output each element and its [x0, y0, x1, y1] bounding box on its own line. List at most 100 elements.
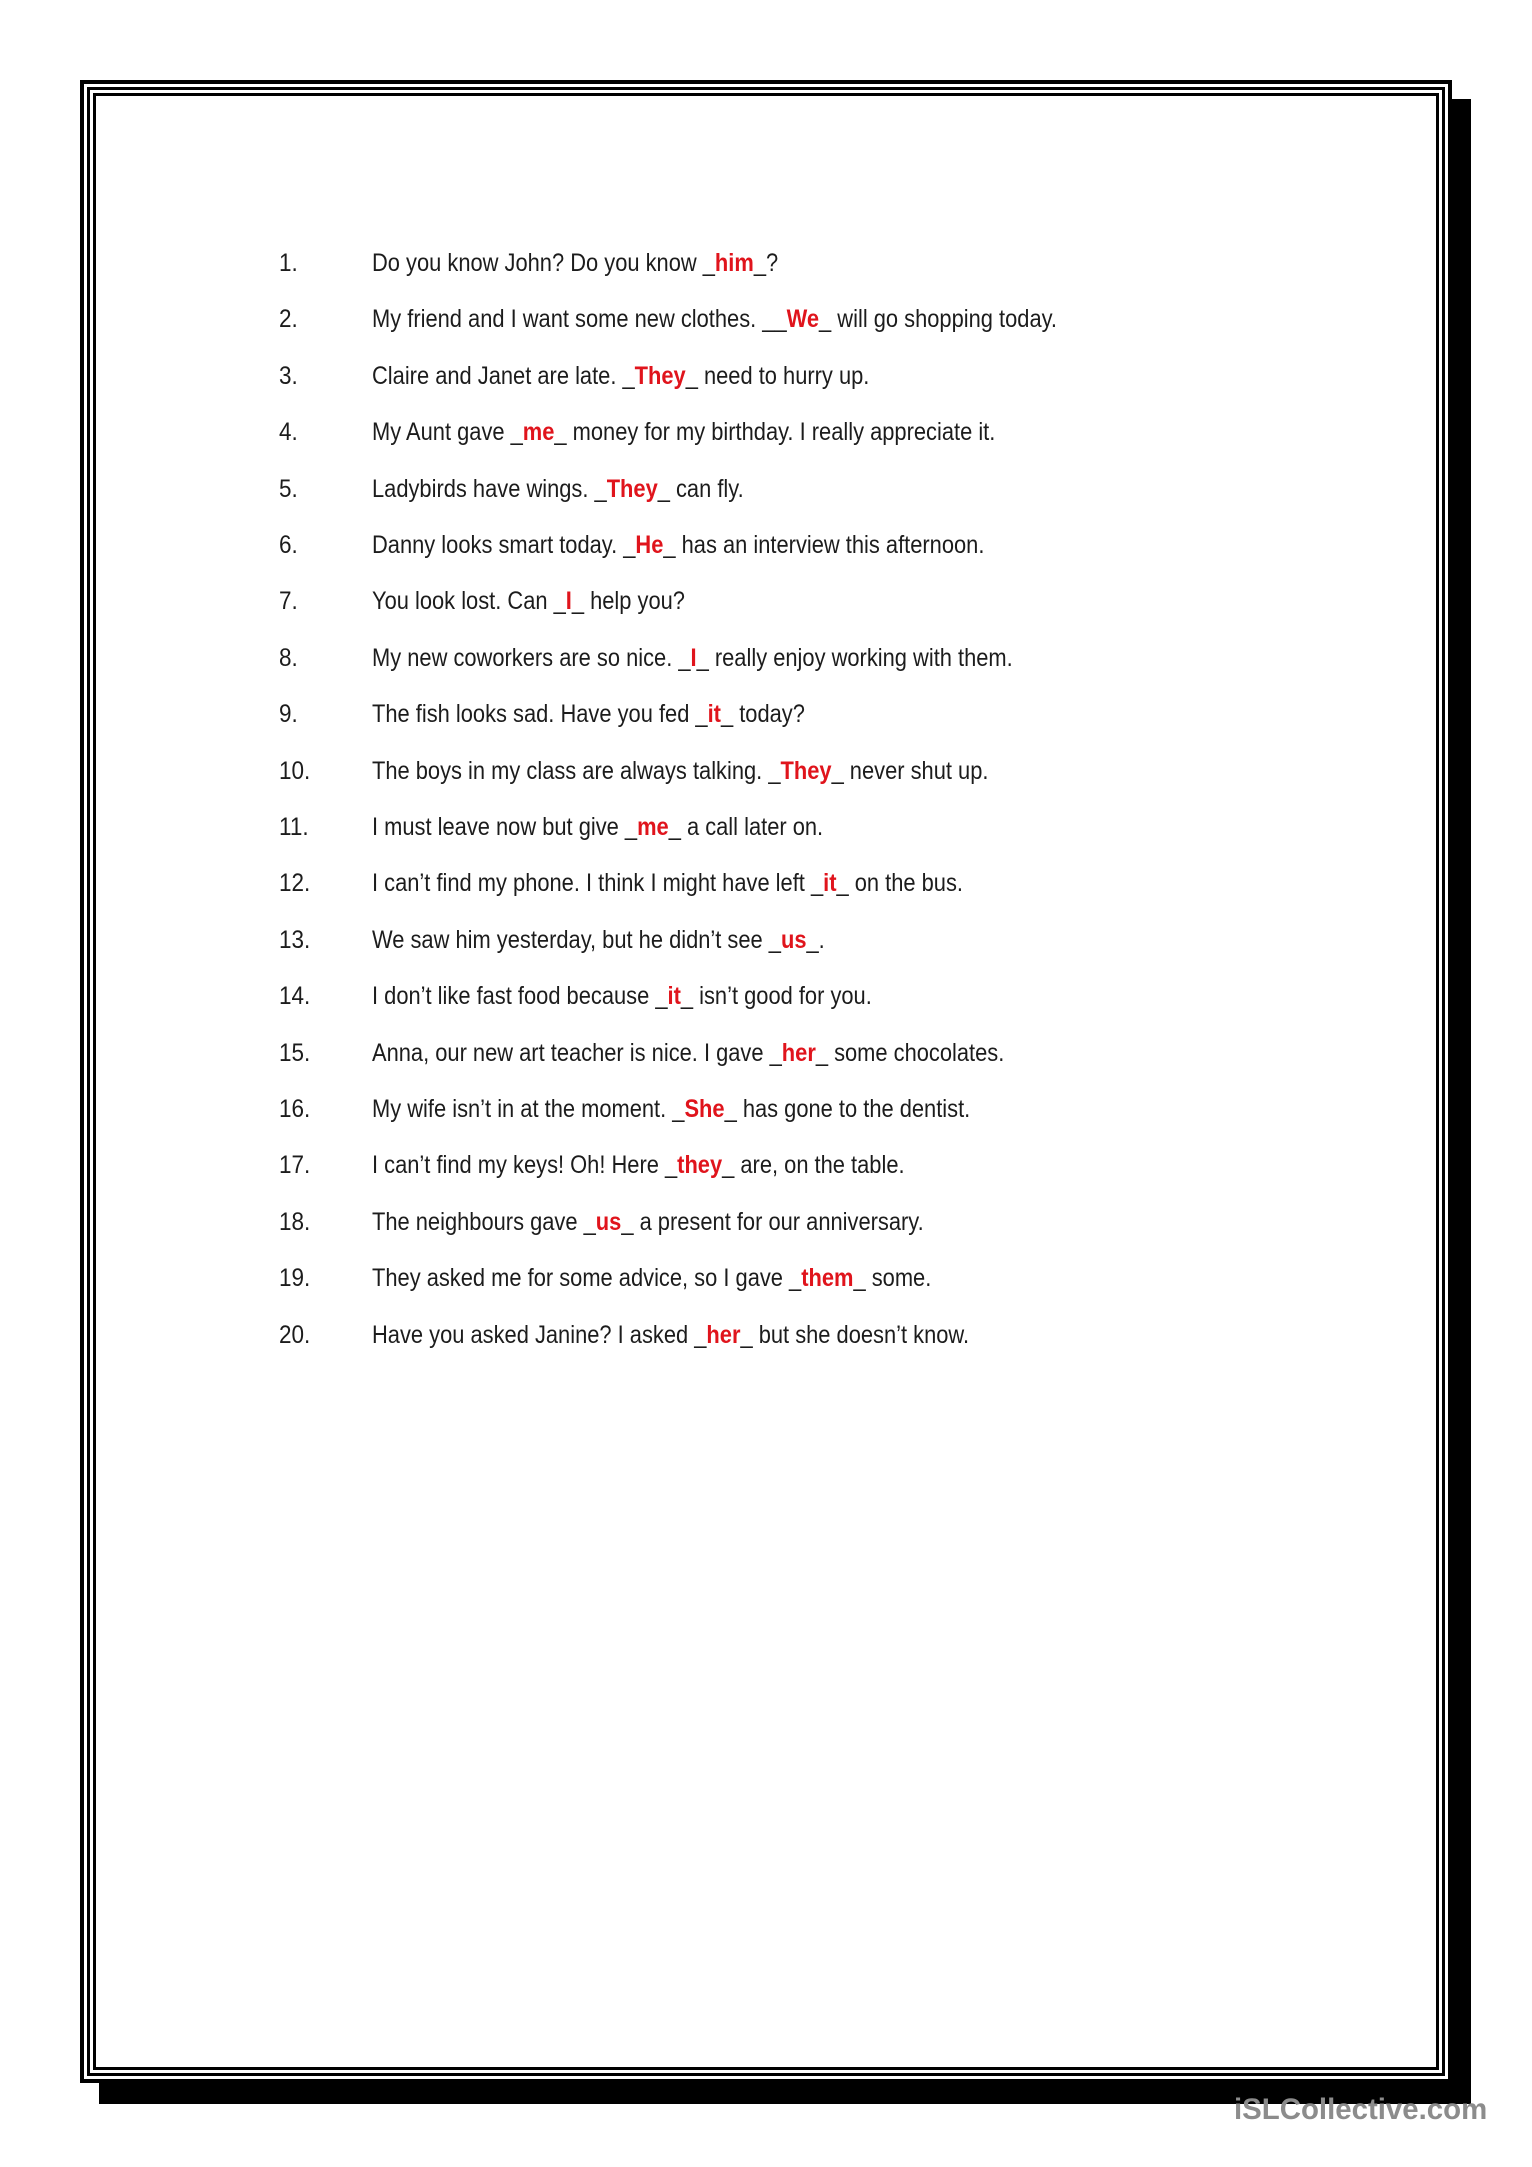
exercise-item: 1. Do you know John? Do you know _him_? — [0, 243, 1532, 283]
sentence-after: _ has an interview this afternoon. — [663, 531, 985, 559]
item-number: 9. — [279, 700, 298, 729]
exercise-item: 9. The fish looks sad. Have you fed _it_ … — [0, 694, 1532, 734]
sentence-after: _ a call later on. — [668, 813, 824, 841]
watermark: iSLCollective.com — [1234, 2093, 1488, 2126]
sentence-before: Claire and Janet are late. _ — [372, 361, 635, 390]
sentence-after: _ isn’t good for you. — [680, 982, 872, 1011]
answer-pronoun: it — [667, 982, 681, 1011]
item-sentence: I don’t like fast food because _it_ isn’… — [372, 976, 872, 1016]
sentence-after: _ will go shopping today. — [819, 305, 1058, 334]
answer-pronoun: it — [707, 700, 721, 729]
item-number: 11. — [279, 813, 309, 841]
exercise-item: 11. I must leave now but give _me_ a call… — [0, 807, 1532, 847]
sentence-before: I can’t find my phone. I think I might h… — [372, 869, 824, 898]
sentence-before: My Aunt gave _ — [372, 418, 523, 447]
sentence-after: _ but she doesn’t know. — [740, 1320, 970, 1349]
exercise-item: 17. I can’t find my keys! Oh! Here _they_… — [0, 1145, 1532, 1185]
sentence-after: _? — [753, 249, 779, 277]
sentence-before: You look lost. Can _ — [372, 587, 566, 616]
exercise-item: 15. Anna, our new art teacher is nice. I … — [0, 1033, 1532, 1073]
answer-pronoun: They — [780, 756, 832, 785]
sentence-before: Do you know John? Do you know _ — [372, 249, 715, 277]
sentence-before: The neighbours gave _ — [372, 1207, 596, 1236]
item-number: 8. — [279, 643, 298, 672]
exercise-item: 19. They asked me for some advice, so I g… — [0, 1258, 1532, 1298]
item-sentence: I can’t find my phone. I think I might h… — [372, 863, 963, 903]
exercise-item: 2. My friend and I want some new clothes.… — [0, 299, 1532, 339]
answer-pronoun: her — [781, 1038, 816, 1067]
answer-pronoun: She — [684, 1095, 725, 1123]
sentence-after: _ some. — [853, 1264, 932, 1293]
item-number: 6. — [279, 531, 298, 559]
sentence-before: I don’t like fast food because _ — [372, 982, 668, 1011]
sentence-after: _ money for my birthday. I really apprec… — [554, 418, 996, 447]
item-number: 1. — [279, 249, 298, 277]
sentence-before: Danny looks smart today. _ — [372, 531, 636, 559]
item-sentence: Anna, our new art teacher is nice. I gav… — [372, 1033, 1004, 1073]
sentence-after: _ a present for our anniversary. — [621, 1207, 924, 1236]
item-sentence: The fish looks sad. Have you fed _it_ to… — [372, 694, 805, 734]
item-number: 7. — [279, 587, 298, 616]
exercise-item: 14. I don’t like fast food because _it_ i… — [0, 976, 1532, 1016]
exercise-item: 20. Have you asked Janine? I asked _her_ … — [0, 1315, 1532, 1355]
sentence-after: _ has gone to the dentist. — [724, 1095, 971, 1123]
item-number: 20. — [279, 1320, 311, 1349]
sentence-after: _ help you? — [571, 587, 685, 616]
sentence-after: _ never shut up. — [831, 756, 989, 785]
item-number: 10. — [279, 756, 311, 785]
exercise-item: 18. The neighbours gave _us_ a present fo… — [0, 1202, 1532, 1242]
item-sentence: My new coworkers are so nice. _I_ really… — [372, 638, 1013, 678]
answer-pronoun: We — [786, 305, 820, 334]
sentence-before: My new coworkers are so nice. _ — [372, 643, 691, 672]
answer-pronoun: they — [677, 1151, 723, 1180]
answer-pronoun: They — [634, 361, 686, 390]
answer-pronoun: They — [606, 474, 658, 503]
item-number: 2. — [279, 305, 298, 334]
sentence-after: _ can fly. — [657, 474, 744, 503]
item-sentence: Claire and Janet are late. _They_ need t… — [372, 356, 869, 396]
sentence-before: Ladybirds have wings. _ — [372, 474, 607, 503]
item-sentence: Ladybirds have wings. _They_ can fly. — [372, 469, 744, 509]
answer-pronoun: her — [706, 1320, 741, 1349]
sentence-after: _ today? — [720, 700, 805, 729]
item-sentence: The boys in my class are always talking.… — [372, 751, 988, 791]
item-number: 13. — [279, 925, 311, 954]
sentence-after: _ on the bus. — [836, 869, 963, 898]
exercise-item: 4. My Aunt gave _me_ money for my birthda… — [0, 412, 1532, 452]
sentence-before: The boys in my class are always talking.… — [372, 756, 781, 785]
item-number: 17. — [279, 1151, 311, 1180]
exercise-item: 3. Claire and Janet are late. _They_ need… — [0, 356, 1532, 396]
answer-pronoun: me — [637, 813, 669, 841]
item-sentence: The neighbours gave _us_ a present for o… — [372, 1202, 924, 1242]
item-number: 4. — [279, 418, 298, 447]
item-sentence: My wife isn’t in at the moment. _She_ ha… — [372, 1089, 970, 1129]
exercise-item: 10. The boys in my class are always talki… — [0, 751, 1532, 791]
exercise-item: 16. My wife isn’t in at the moment. _She_… — [0, 1089, 1532, 1129]
item-number: 19. — [279, 1264, 311, 1293]
exercise-item: 6. Danny looks smart today. _He_ has an i… — [0, 525, 1532, 565]
item-sentence: My friend and I want some new clothes. _… — [372, 299, 1057, 339]
item-number: 15. — [279, 1038, 311, 1067]
answer-pronoun: it — [823, 869, 837, 898]
sentence-before: I can’t find my keys! Oh! Here _ — [372, 1151, 678, 1180]
item-number: 3. — [279, 361, 298, 390]
exercise-item: 13. We saw him yesterday, but he didn’t s… — [0, 920, 1532, 960]
answer-pronoun: He — [635, 531, 664, 559]
item-sentence: Do you know John? Do you know _him_? — [372, 243, 778, 283]
exercise-item: 12. I can’t find my phone. I think I migh… — [0, 863, 1532, 903]
item-sentence: I must leave now but give _me_ a call la… — [372, 807, 823, 847]
item-number: 18. — [279, 1207, 311, 1236]
sentence-after: _ need to hurry up. — [685, 361, 870, 390]
exercise-item: 8. My new coworkers are so nice. _I_ real… — [0, 638, 1532, 678]
sentence-after: _. — [806, 925, 825, 954]
item-sentence: They asked me for some advice, so I gave… — [372, 1258, 931, 1298]
item-sentence: I can’t find my keys! Oh! Here _they_ ar… — [372, 1145, 905, 1185]
item-number: 16. — [279, 1095, 311, 1123]
item-sentence: We saw him yesterday, but he didn’t see … — [372, 920, 825, 960]
sentence-before: My wife isn’t in at the moment. _ — [372, 1095, 685, 1123]
item-sentence: My Aunt gave _me_ money for my birthday.… — [372, 412, 995, 452]
answer-pronoun: him — [714, 249, 754, 277]
answer-pronoun: me — [522, 418, 555, 447]
item-sentence: Danny looks smart today. _He_ has an int… — [372, 525, 984, 565]
item-number: 12. — [279, 869, 311, 898]
